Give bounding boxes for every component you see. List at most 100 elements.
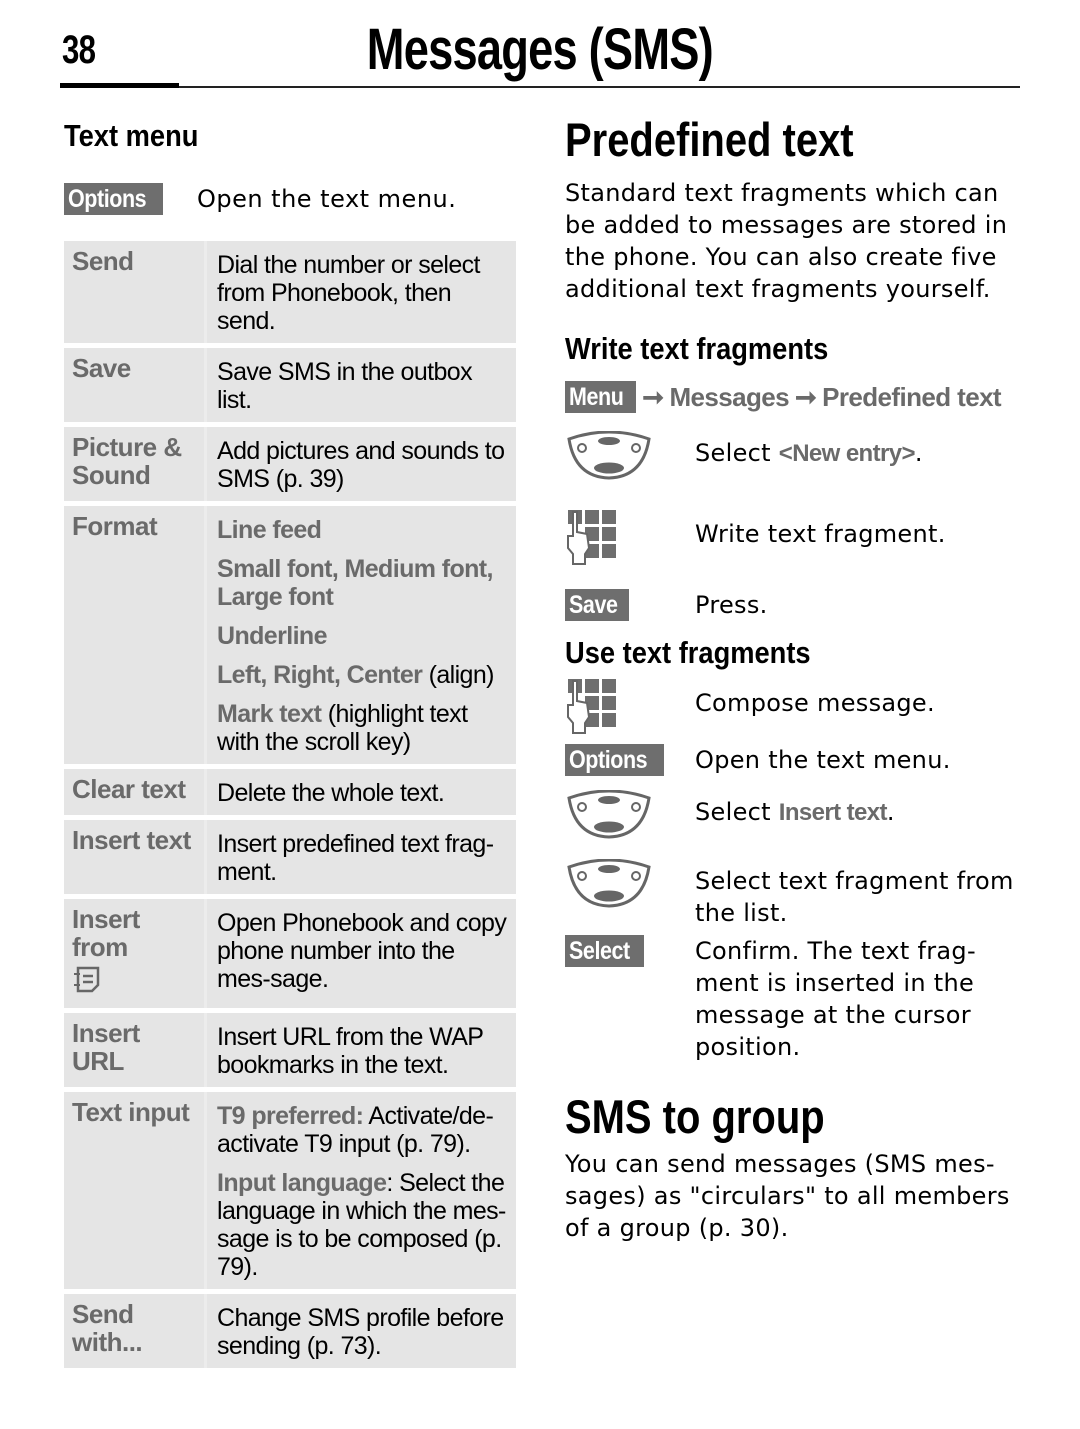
term-line: Insert URL (72, 1018, 140, 1076)
definition-text: Change SMS profile before sending (p. 73… (217, 1304, 504, 1360)
instruction-step: Write text fragment. (565, 508, 1025, 571)
path-item-messages[interactable]: Messages (669, 382, 789, 413)
table-row: Send Dial the number or select from Phone… (64, 241, 516, 343)
options-softkey[interactable]: Options (565, 744, 695, 776)
save-softkey[interactable]: Save (565, 589, 695, 621)
table-row: Send with... Change SMS profile before sen… (64, 1294, 516, 1368)
instruction-step: Select <New entry>. (565, 430, 1025, 486)
navigation-key-icon (565, 430, 695, 486)
menu-item-term[interactable]: Insert from (64, 899, 204, 1008)
step-punctuation: . (914, 439, 923, 467)
keypad-icon (565, 677, 695, 740)
term-line: Clear text (72, 774, 186, 804)
term-line: Send (72, 1299, 134, 1329)
menu-item-definition: Line feed Small font, Medium font, Large … (204, 506, 516, 764)
arrow-right-icon: ➞ (642, 381, 664, 412)
softkey-label: Menu (569, 383, 624, 411)
definition-text: Delete the whole text. (217, 779, 445, 807)
softkey-button[interactable]: Save (565, 589, 630, 621)
definition-paragraph: Line feed (217, 516, 508, 544)
table-row: Insert text Insert predefined text frag-m… (64, 820, 516, 894)
instruction-step: Options Open the text menu. (565, 744, 1025, 776)
step-text: Select <New entry>. (695, 431, 923, 470)
term-line: Format (72, 511, 158, 541)
step-text: Press. (695, 589, 768, 621)
menu-item-term[interactable]: Format (64, 506, 204, 764)
definition-paragraph: Small font, Medium font, Large font (217, 555, 508, 611)
navigation-key-icon (565, 789, 695, 845)
option-name: T9 preferred: (217, 1102, 364, 1130)
menu-item-term[interactable]: Save (64, 348, 204, 422)
menu-item-term[interactable]: Insert text (64, 820, 204, 894)
text-menu-heading: Text menu (64, 118, 199, 153)
navigation-key-icon (567, 430, 651, 480)
menu-item-definition: Add pictures and sounds to SMS (p. 39) (204, 427, 516, 501)
step-instruction: Select text fragment from the list. (695, 867, 1014, 927)
step-instruction: Press. (695, 591, 768, 619)
text-menu-intro: Options Open the text menu. (64, 182, 516, 216)
softkey-label: Select (569, 937, 630, 965)
step-text: Compose message. (695, 677, 935, 719)
instruction-step: Save Press. (565, 589, 1025, 621)
navigation-key-icon (567, 789, 651, 839)
definition-paragraph: Input language: Select the language in w… (217, 1169, 508, 1281)
menu-item-term[interactable]: Clear text (64, 769, 204, 815)
menu-item-definition: T9 preferred: Activate/de-activate T9 in… (204, 1092, 516, 1289)
menu-item-term[interactable]: Send (64, 241, 204, 343)
predefined-text-heading: Predefined text (565, 113, 854, 166)
definition-paragraph: Save SMS in the outbox list. (217, 358, 508, 414)
menu-item-definition: Save SMS in the outbox list. (204, 348, 516, 422)
softkey-button[interactable]: Options (565, 744, 664, 776)
menu-item-definition: Insert URL from the WAP bookmarks in the… (204, 1013, 516, 1087)
softkey-label: Options (68, 185, 147, 213)
sms-to-group-body: You can send messages (SMS mes-sages) as… (565, 1150, 1010, 1242)
option-name: Underline (217, 622, 328, 650)
chapter-title-text: Messages (SMS) (366, 17, 714, 82)
menu-item-definition: Insert predefined text frag-ment. (204, 820, 516, 894)
step-text: Write text fragment. (695, 508, 946, 550)
definition-text: Add pictures and sounds to SMS (p. 39) (217, 437, 505, 493)
menu-path: Menu ➞ Messages ➞ Predefined text (565, 381, 1025, 413)
keypad-icon (565, 508, 695, 571)
menu-item-term[interactable]: Picture & Sound (64, 427, 204, 501)
select-softkey[interactable]: Select (565, 935, 695, 967)
term-line: Insert text (72, 825, 191, 855)
term-line: with... (72, 1327, 143, 1357)
softkey-button[interactable]: Select (565, 935, 644, 967)
menu-option-name: <New entry> (778, 440, 916, 467)
step-punctuation: . (886, 798, 895, 826)
menu-item-definition: Delete the whole text. (204, 769, 516, 815)
definition-text: Insert URL from the WAP bookmarks in the… (217, 1023, 484, 1079)
menu-softkey[interactable]: Menu (565, 381, 637, 413)
instruction-step: Select Insert text. (565, 789, 1025, 845)
menu-item-term[interactable]: Text input (64, 1092, 204, 1289)
write-fragments-heading: Write text fragments (565, 331, 829, 366)
use-steps: Compose message. Options Open the text men… (565, 677, 1025, 1063)
definition-paragraph: Dial the number or select from Phonebook… (217, 251, 508, 335)
definition-paragraph: Delete the whole text. (217, 779, 508, 807)
definition-paragraph: Add pictures and sounds to SMS (p. 39) (217, 437, 508, 493)
softkey-label: Options (569, 746, 648, 774)
table-row: Clear text Delete the whole text. (64, 769, 516, 815)
step-text: Select text fragment from the list. (695, 859, 1025, 929)
menu-item-term[interactable]: Insert URL (64, 1013, 204, 1087)
path-item-predefined-text[interactable]: Predefined text (822, 382, 1001, 413)
term-line: Text input (72, 1097, 190, 1127)
table-row: Picture & Sound Add pictures and sounds to… (64, 427, 516, 501)
instruction-step: Select Confirm. The text frag-ment is ins… (565, 935, 1025, 1063)
step-instruction: Compose message. (695, 689, 935, 717)
definition-paragraph: Open Phonebook and copy phone number int… (217, 909, 508, 993)
term-line: Picture & (72, 432, 182, 462)
definition-paragraph: T9 preferred: Activate/de-activate T9 in… (217, 1102, 508, 1158)
keypad-icon (567, 679, 616, 734)
definition-text: (align) (422, 661, 495, 689)
option-name: Input language (217, 1169, 387, 1197)
use-fragments-heading: Use text fragments (565, 635, 811, 670)
menu-item-definition: Open Phonebook and copy phone number int… (204, 899, 516, 1008)
chapter-title: Messages (SMS) (0, 16, 1080, 83)
term-line: Insert from (72, 904, 140, 962)
step-instruction: Confirm. The text frag-ment is inserted … (695, 937, 976, 1061)
menu-item-term[interactable]: Send with... (64, 1294, 204, 1368)
options-softkey[interactable]: Options (64, 183, 163, 215)
table-row: Save Save SMS in the outbox list. (64, 348, 516, 422)
